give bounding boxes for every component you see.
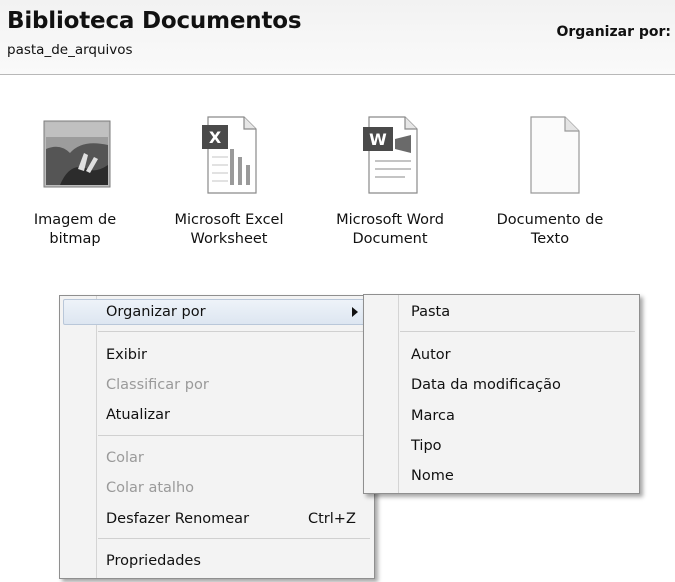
file-item-bitmap[interactable]: Imagem de bitmap xyxy=(5,109,145,249)
menu-item-label: Colar atalho xyxy=(106,480,195,496)
menu-item-view[interactable]: Exibir xyxy=(60,342,374,368)
submenu-item-type[interactable]: Tipo xyxy=(364,433,639,459)
menu-item-label: Colar xyxy=(106,450,144,466)
menu-item-label: Marca xyxy=(411,408,455,424)
menu-gutter xyxy=(96,296,97,578)
library-title: Biblioteca Documentos xyxy=(7,8,302,34)
file-label-line1: Imagem de xyxy=(33,212,117,228)
arrange-by-submenu: Pasta Autor Data da modificação Marca Ti… xyxy=(363,294,640,494)
file-label-line1: Microsoft Word xyxy=(336,212,444,228)
excel-document-icon: X xyxy=(202,116,257,194)
menu-item-label: Organizar por xyxy=(106,304,206,320)
text-document-icon xyxy=(530,116,580,194)
menu-separator xyxy=(400,331,635,332)
svg-text:W: W xyxy=(369,130,387,149)
menu-separator xyxy=(98,435,370,436)
menu-item-label: Data da modificação xyxy=(411,377,561,393)
menu-item-properties[interactable]: Propriedades xyxy=(60,548,374,574)
menu-item-shortcut: Ctrl+Z xyxy=(308,511,356,527)
menu-item-label: Tipo xyxy=(411,438,442,454)
file-label-line1: Documento de xyxy=(496,212,604,228)
menu-item-label: Classificar por xyxy=(106,377,209,393)
menu-item-label: Exibir xyxy=(106,347,147,363)
menu-item-label: Desfazer Renomear xyxy=(106,511,250,527)
file-item-word[interactable]: W Microsoft Word Document xyxy=(320,109,460,249)
file-label-line2: bitmap xyxy=(49,231,101,247)
submenu-item-author[interactable]: Autor xyxy=(364,342,639,368)
file-label-line1: Microsoft Excel xyxy=(174,212,284,228)
word-document-icon: W xyxy=(363,116,418,194)
menu-item-arrange-by[interactable]: Organizar por xyxy=(63,299,371,325)
menu-item-label: Propriedades xyxy=(106,553,201,569)
context-menu: Organizar por Exibir Classificar por Atu… xyxy=(59,295,375,579)
menu-item-sort-by: Classificar por xyxy=(60,372,374,398)
file-label-text: Documento de Texto xyxy=(480,211,620,249)
arrange-by-button[interactable]: Organizar por: xyxy=(556,24,671,40)
menu-item-paste-shortcut: Colar atalho xyxy=(60,475,374,501)
menu-item-paste: Colar xyxy=(60,445,374,471)
menu-item-label: Atualizar xyxy=(106,407,170,423)
file-label-line2: Texto xyxy=(530,231,570,247)
file-label-line2: Worksheet xyxy=(190,231,268,247)
menu-item-label: Autor xyxy=(411,347,451,363)
submenu-item-tag[interactable]: Marca xyxy=(364,403,639,429)
file-item-excel[interactable]: X Microsoft Excel Worksheet xyxy=(159,109,299,249)
bitmap-image-icon xyxy=(43,120,111,188)
menu-separator xyxy=(98,331,370,332)
menu-separator xyxy=(98,538,370,539)
submenu-item-name[interactable]: Nome xyxy=(364,463,639,489)
menu-item-refresh[interactable]: Atualizar xyxy=(60,402,374,428)
svg-text:X: X xyxy=(209,128,222,147)
library-header: Biblioteca Documentos pasta_de_arquivos … xyxy=(0,0,675,75)
submenu-item-date-modified[interactable]: Data da modificação xyxy=(364,372,639,398)
library-subtitle: pasta_de_arquivos xyxy=(7,42,133,58)
file-item-text[interactable]: Documento de Texto xyxy=(480,109,620,249)
menu-item-label: Nome xyxy=(411,468,454,484)
submenu-arrow-icon xyxy=(352,307,358,317)
file-label-word: Microsoft Word Document xyxy=(320,211,460,249)
menu-item-label: Pasta xyxy=(411,304,451,320)
file-label-line2: Document xyxy=(352,231,428,247)
menu-item-undo-rename[interactable]: Desfazer Renomear Ctrl+Z xyxy=(60,506,374,532)
file-label-bitmap: Imagem de bitmap xyxy=(5,211,145,249)
file-label-excel: Microsoft Excel Worksheet xyxy=(159,211,299,249)
submenu-item-folder[interactable]: Pasta xyxy=(364,299,639,325)
